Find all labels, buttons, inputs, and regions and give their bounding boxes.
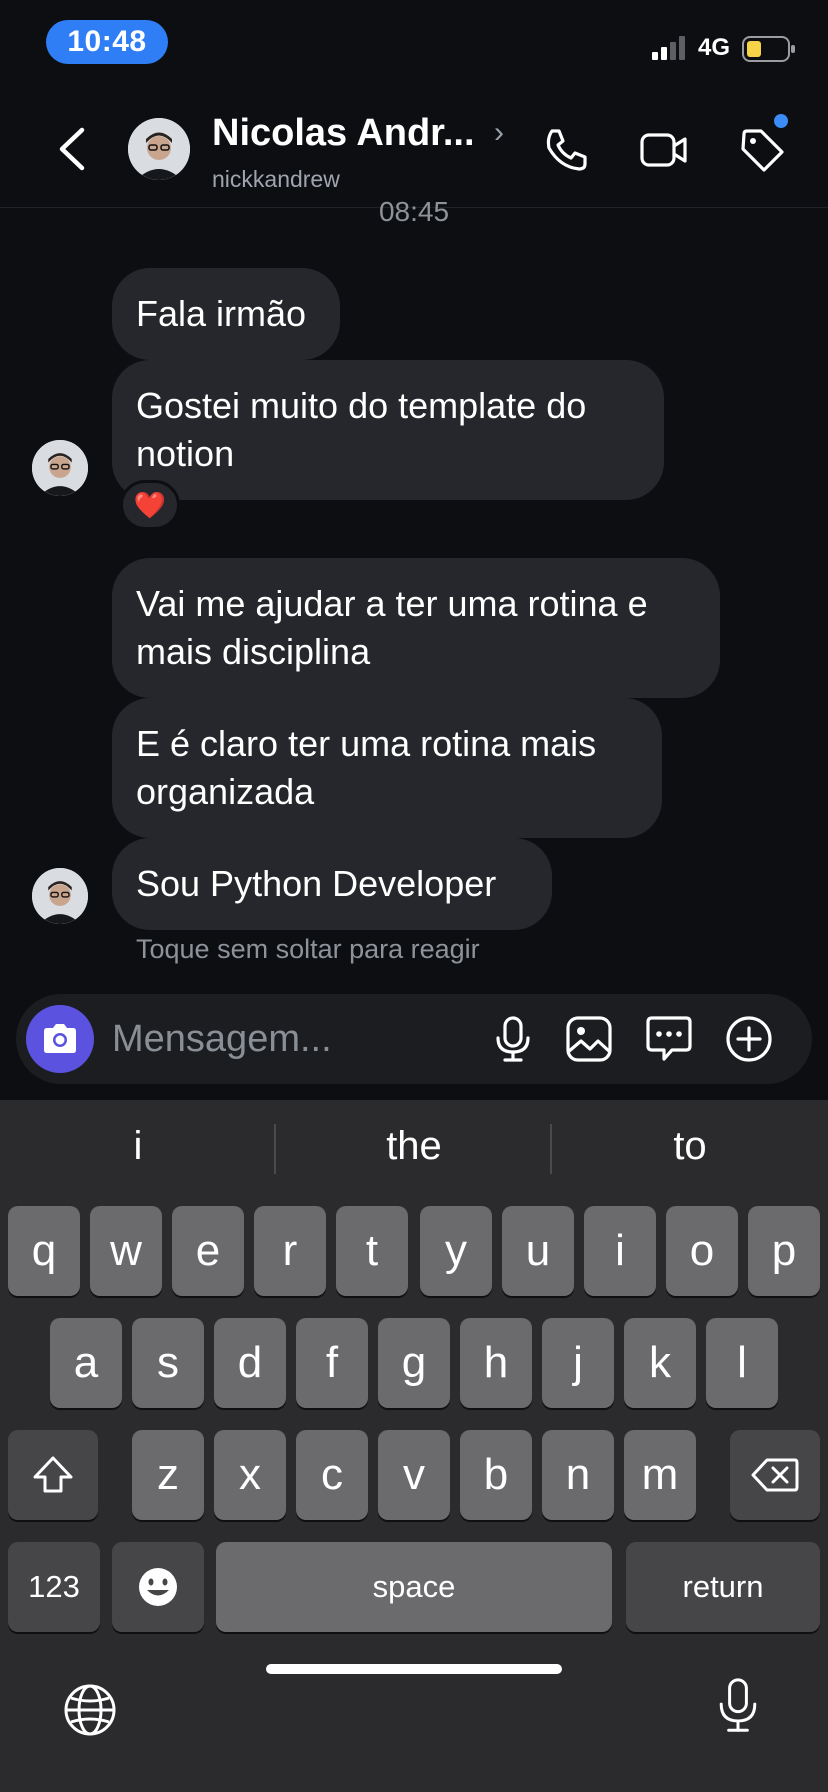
key-n[interactable]: n: [542, 1430, 614, 1520]
key-w[interactable]: w: [90, 1206, 162, 1296]
key-m[interactable]: m: [624, 1430, 696, 1520]
back-icon[interactable]: [50, 124, 94, 174]
message-bubble[interactable]: E é claro ter uma rotina mais organizada: [112, 698, 662, 838]
key-h[interactable]: h: [460, 1318, 532, 1408]
key-k[interactable]: k: [624, 1318, 696, 1408]
dictation-mic-icon[interactable]: [710, 1678, 766, 1734]
backspace-key[interactable]: [730, 1430, 820, 1520]
avatar[interactable]: [128, 118, 190, 180]
key-p[interactable]: p: [748, 1206, 820, 1296]
emoji-icon: [139, 1568, 177, 1606]
space-key[interactable]: space: [216, 1542, 612, 1632]
suggestion-bar: i the to: [0, 1100, 828, 1200]
reaction-hint: Toque sem soltar para reagir: [136, 934, 480, 964]
contact-name[interactable]: Nicolas Andr...: [212, 112, 475, 155]
shift-key[interactable]: [8, 1430, 98, 1520]
phone-icon[interactable]: [542, 126, 590, 174]
message-timestamp: 08:45: [378, 196, 450, 227]
key-y[interactable]: y: [420, 1206, 492, 1296]
message-bubble[interactable]: Gostei muito do template do notion: [112, 360, 664, 500]
key-s[interactable]: s: [132, 1318, 204, 1408]
key-e[interactable]: e: [172, 1206, 244, 1296]
key-z[interactable]: z: [132, 1430, 204, 1520]
message-bubble[interactable]: Sou Python Developer: [112, 838, 552, 930]
microphone-icon[interactable]: [488, 1014, 538, 1064]
key-g[interactable]: g: [378, 1318, 450, 1408]
notification-dot: [774, 114, 788, 128]
avatar[interactable]: [32, 440, 88, 496]
message-input[interactable]: [112, 1016, 412, 1062]
key-o[interactable]: o: [666, 1206, 738, 1296]
home-indicator[interactable]: [266, 1664, 562, 1674]
suggestion-item[interactable]: the: [276, 1124, 552, 1169]
key-v[interactable]: v: [378, 1430, 450, 1520]
chevron-right-icon[interactable]: ›: [494, 116, 504, 150]
avatar[interactable]: [32, 868, 88, 924]
backspace-icon: [751, 1458, 799, 1492]
key-i[interactable]: i: [584, 1206, 656, 1296]
sticker-chat-icon[interactable]: [644, 1014, 694, 1064]
chat-header: Nicolas Andr... › nickkandrew: [0, 90, 828, 208]
numbers-key[interactable]: 123: [8, 1542, 100, 1632]
key-j[interactable]: j: [542, 1318, 614, 1408]
battery-icon: [742, 36, 795, 62]
key-f[interactable]: f: [296, 1318, 368, 1408]
key-r[interactable]: r: [254, 1206, 326, 1296]
key-u[interactable]: u: [502, 1206, 574, 1296]
heart-reaction[interactable]: ❤️: [120, 480, 180, 530]
message-composer: [16, 994, 812, 1084]
emoji-key[interactable]: [112, 1542, 204, 1632]
status-bar: 10:48 4G: [0, 0, 828, 90]
key-x[interactable]: x: [214, 1430, 286, 1520]
keyboard: i the to q w e r t y u i o p a s d f g h…: [0, 1100, 828, 1792]
shift-icon: [33, 1456, 73, 1493]
gallery-icon[interactable]: [564, 1014, 614, 1064]
key-b[interactable]: b: [460, 1430, 532, 1520]
video-call-icon[interactable]: [640, 126, 688, 174]
key-c[interactable]: c: [296, 1430, 368, 1520]
message-bubble[interactable]: Fala irmão: [112, 268, 340, 360]
key-a[interactable]: a: [50, 1318, 122, 1408]
return-key[interactable]: return: [626, 1542, 820, 1632]
signal-icon: [652, 36, 685, 60]
key-q[interactable]: q: [8, 1206, 80, 1296]
tag-icon[interactable]: [738, 126, 786, 174]
contact-username[interactable]: nickkandrew: [212, 166, 340, 193]
globe-icon[interactable]: [62, 1682, 118, 1738]
camera-icon: [44, 1024, 76, 1053]
network-type: 4G: [698, 34, 731, 61]
add-circle-icon[interactable]: [724, 1014, 774, 1064]
key-t[interactable]: t: [336, 1206, 408, 1296]
status-time: 10:48: [46, 20, 168, 64]
key-l[interactable]: l: [706, 1318, 778, 1408]
key-d[interactable]: d: [214, 1318, 286, 1408]
suggestion-item[interactable]: to: [552, 1124, 828, 1169]
camera-button[interactable]: [26, 1005, 94, 1073]
message-bubble[interactable]: Vai me ajudar a ter uma rotina e mais di…: [112, 558, 720, 698]
suggestion-item[interactable]: i: [0, 1124, 276, 1169]
